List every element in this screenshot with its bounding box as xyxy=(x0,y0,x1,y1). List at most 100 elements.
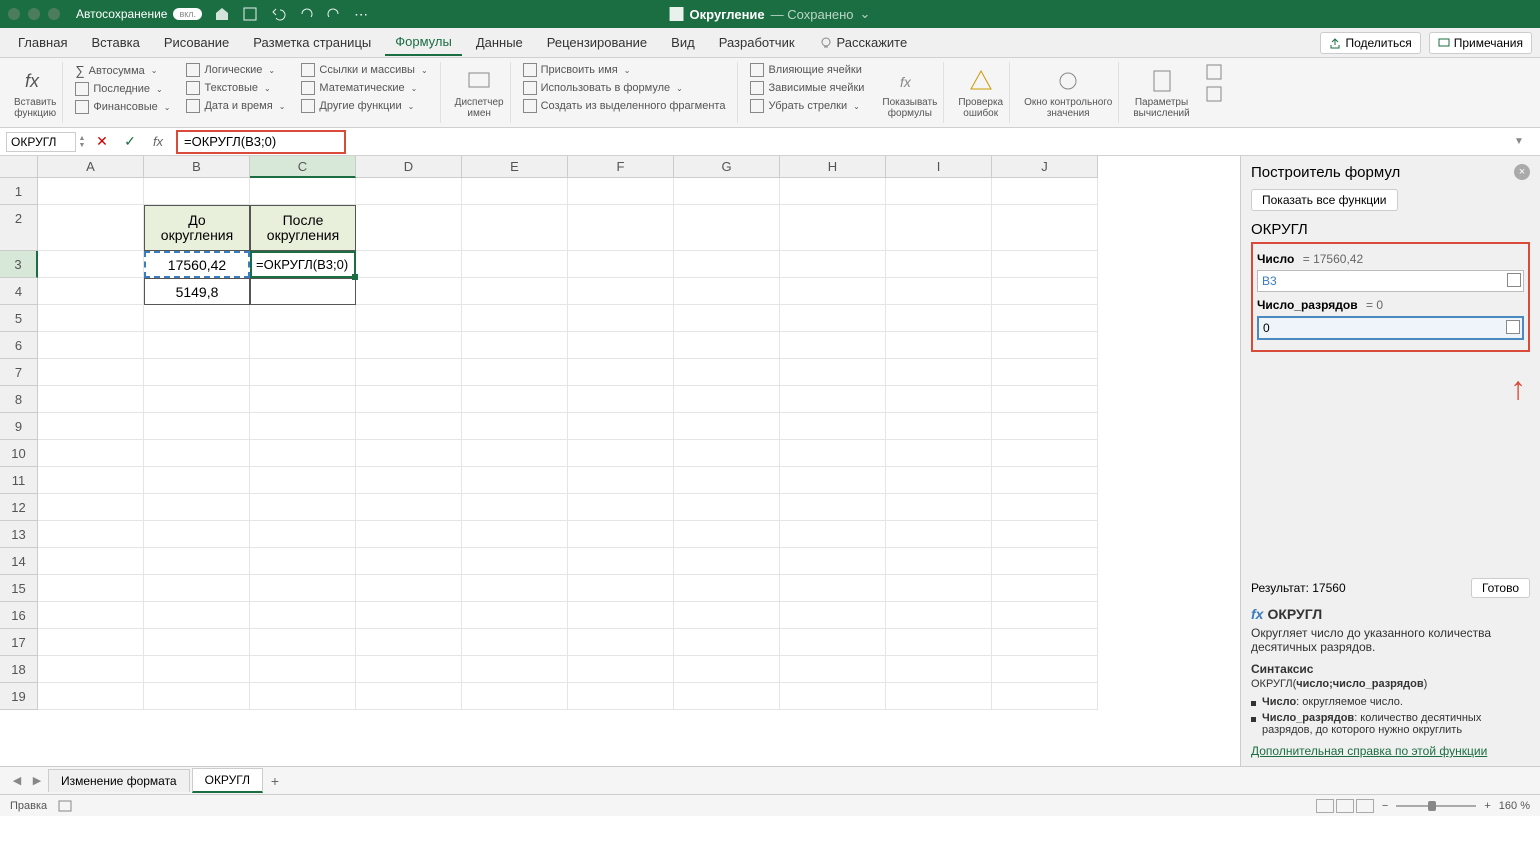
row-header-2[interactable]: 2 xyxy=(0,205,38,251)
cell-I16[interactable] xyxy=(886,602,992,629)
calc-sheet-icon[interactable] xyxy=(1204,84,1224,104)
autosave-toggle[interactable]: вкл. xyxy=(173,8,202,20)
cell-J5[interactable] xyxy=(992,305,1098,332)
sheet-tab-2[interactable]: ОКРУГЛ xyxy=(192,768,263,793)
cell-E3[interactable] xyxy=(462,251,568,278)
cell-H12[interactable] xyxy=(780,494,886,521)
cell-H3[interactable] xyxy=(780,251,886,278)
tab-home[interactable]: Главная xyxy=(8,30,77,55)
share-button[interactable]: Поделиться xyxy=(1320,32,1420,54)
cell-C12[interactable] xyxy=(250,494,356,521)
cell-E13[interactable] xyxy=(462,521,568,548)
cell-D12[interactable] xyxy=(356,494,462,521)
cell-H14[interactable] xyxy=(780,548,886,575)
cell-F15[interactable] xyxy=(568,575,674,602)
math-button[interactable]: Математические⌄ xyxy=(297,80,431,96)
add-sheet-button[interactable]: + xyxy=(265,773,285,789)
cell-J17[interactable] xyxy=(992,629,1098,656)
create-from-sel-button[interactable]: Создать из выделенного фрагмента xyxy=(519,98,730,114)
cell-I9[interactable] xyxy=(886,413,992,440)
cell-H9[interactable] xyxy=(780,413,886,440)
cell-G3[interactable] xyxy=(674,251,780,278)
show-formulas-group[interactable]: fx Показывать формулы xyxy=(876,62,944,123)
undo2-icon[interactable] xyxy=(298,6,314,22)
row-header-13[interactable]: 13 xyxy=(0,521,38,548)
cell-G15[interactable] xyxy=(674,575,780,602)
insert-function-group[interactable]: fx Вставить функцию xyxy=(8,62,63,123)
cell-C2[interactable]: После округления xyxy=(250,205,356,251)
row-header-6[interactable]: 6 xyxy=(0,332,38,359)
cell-J2[interactable] xyxy=(992,205,1098,251)
show-all-button[interactable]: Показать все функции xyxy=(1251,189,1398,211)
cell-E8[interactable] xyxy=(462,386,568,413)
col-i[interactable]: I xyxy=(886,156,992,178)
cell-F7[interactable] xyxy=(568,359,674,386)
cell-H2[interactable] xyxy=(780,205,886,251)
cell-C15[interactable] xyxy=(250,575,356,602)
cell-B14[interactable] xyxy=(144,548,250,575)
cell-H5[interactable] xyxy=(780,305,886,332)
cell-A17[interactable] xyxy=(38,629,144,656)
cell-G7[interactable] xyxy=(674,359,780,386)
cell-D8[interactable] xyxy=(356,386,462,413)
cell-I11[interactable] xyxy=(886,467,992,494)
date-button[interactable]: Дата и время⌄ xyxy=(182,98,289,114)
name-manager-group[interactable]: Диспетчер имен xyxy=(449,62,511,123)
fx-button[interactable]: fx xyxy=(146,132,170,152)
cell-C1[interactable] xyxy=(250,178,356,205)
col-h[interactable]: H xyxy=(780,156,886,178)
cell-F8[interactable] xyxy=(568,386,674,413)
row-header-9[interactable]: 9 xyxy=(0,413,38,440)
tab-formulas[interactable]: Формулы xyxy=(385,29,462,56)
cell-A19[interactable] xyxy=(38,683,144,710)
cell-D3[interactable] xyxy=(356,251,462,278)
row-header-14[interactable]: 14 xyxy=(0,548,38,575)
cell-G10[interactable] xyxy=(674,440,780,467)
lookup-button[interactable]: Ссылки и массивы⌄ xyxy=(297,62,431,78)
cell-B7[interactable] xyxy=(144,359,250,386)
zoom-slider[interactable] xyxy=(1396,805,1476,807)
cell-H11[interactable] xyxy=(780,467,886,494)
cell-E12[interactable] xyxy=(462,494,568,521)
cell-F14[interactable] xyxy=(568,548,674,575)
row-header-10[interactable]: 10 xyxy=(0,440,38,467)
cell-C8[interactable] xyxy=(250,386,356,413)
cell-E1[interactable] xyxy=(462,178,568,205)
home-icon[interactable] xyxy=(214,6,230,22)
cell-B1[interactable] xyxy=(144,178,250,205)
cell-B17[interactable] xyxy=(144,629,250,656)
save-icon[interactable] xyxy=(242,6,258,22)
cell-F11[interactable] xyxy=(568,467,674,494)
cell-G14[interactable] xyxy=(674,548,780,575)
tab-draw[interactable]: Рисование xyxy=(154,30,239,55)
cell-H17[interactable] xyxy=(780,629,886,656)
cell-A11[interactable] xyxy=(38,467,144,494)
row-header-17[interactable]: 17 xyxy=(0,629,38,656)
cell-I4[interactable] xyxy=(886,278,992,305)
define-name-button[interactable]: Присвоить имя⌄ xyxy=(519,62,730,78)
cell-A14[interactable] xyxy=(38,548,144,575)
cell-D17[interactable] xyxy=(356,629,462,656)
cell-C9[interactable] xyxy=(250,413,356,440)
zoom-out-button[interactable]: − xyxy=(1382,800,1388,812)
cell-C13[interactable] xyxy=(250,521,356,548)
cell-G4[interactable] xyxy=(674,278,780,305)
row-header-7[interactable]: 7 xyxy=(0,359,38,386)
cell-D18[interactable] xyxy=(356,656,462,683)
row-header-1[interactable]: 1 xyxy=(0,178,38,205)
cell-I19[interactable] xyxy=(886,683,992,710)
cell-G16[interactable] xyxy=(674,602,780,629)
cell-B5[interactable] xyxy=(144,305,250,332)
cell-J7[interactable] xyxy=(992,359,1098,386)
cell-C6[interactable] xyxy=(250,332,356,359)
col-j[interactable]: J xyxy=(992,156,1098,178)
cell-J12[interactable] xyxy=(992,494,1098,521)
cell-A10[interactable] xyxy=(38,440,144,467)
cell-G12[interactable] xyxy=(674,494,780,521)
cell-B11[interactable] xyxy=(144,467,250,494)
redo-icon[interactable] xyxy=(326,6,342,22)
accessibility-icon[interactable] xyxy=(57,799,73,813)
maximize-window[interactable] xyxy=(48,8,60,20)
cell-I18[interactable] xyxy=(886,656,992,683)
cell-D5[interactable] xyxy=(356,305,462,332)
